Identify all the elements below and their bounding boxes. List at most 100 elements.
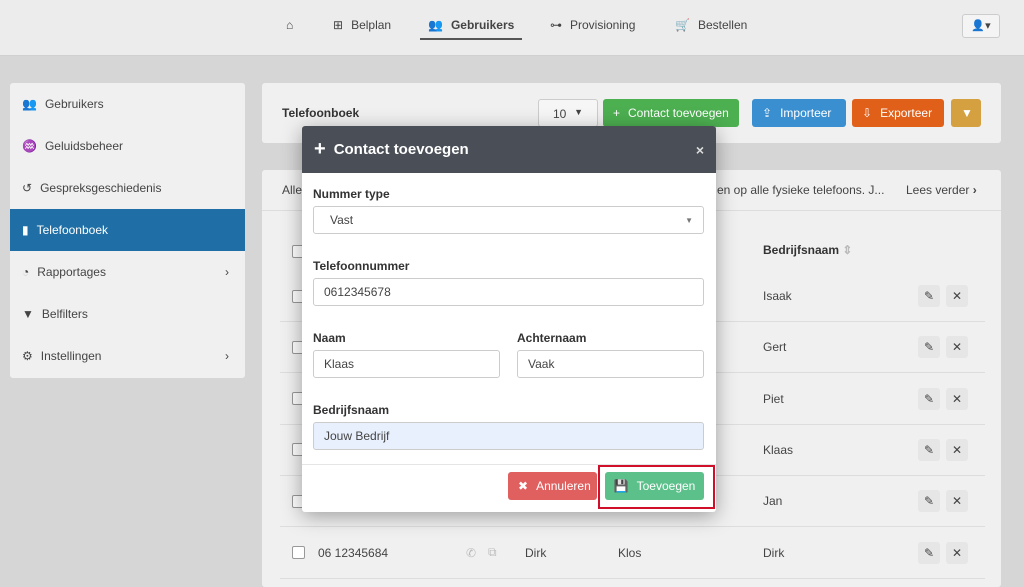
plus-icon: + — [613, 106, 621, 120]
caret-down-icon: ▼ — [574, 107, 583, 117]
download-icon: ⇩ — [862, 106, 873, 120]
company-value: Jouw Bedrijf — [324, 429, 390, 443]
edit-icon[interactable]: ✎ — [918, 336, 940, 359]
nav-provisioning[interactable]: ⊶ Provisioning — [550, 18, 635, 32]
edit-icon[interactable]: ✎ — [918, 387, 940, 410]
phone-icon: ✆ — [466, 545, 477, 560]
close-icon[interactable]: × — [696, 142, 704, 158]
filter-button[interactable]: ▼ — [951, 99, 981, 127]
link-label: Lees verder — [906, 183, 970, 197]
sidebar-label: Instellingen — [40, 349, 102, 363]
pie-chart-icon: ◔ — [22, 265, 30, 279]
sidebar-item-telefoonboek[interactable]: ▮ Telefoonboek — [10, 209, 245, 251]
waveform-icon: ♒ — [22, 139, 37, 153]
sidebar-label: Gespreksgeschiedenis — [40, 181, 162, 195]
row-checkbox[interactable] — [292, 546, 305, 559]
delete-icon[interactable]: ✕ — [946, 285, 968, 307]
cell-first-name: Dirk — [525, 545, 547, 560]
delete-icon[interactable]: ✕ — [946, 541, 968, 564]
company-label: Bedrijfsnaam — [313, 403, 390, 417]
sidebar: 👥 Gebruikers ♒ Geluidsbeheer ↺ Gespreksgesc… — [10, 83, 245, 378]
cell-company: Klaas — [763, 442, 794, 457]
read-more-link[interactable]: Lees verder › — [906, 183, 977, 197]
network-icon: ⊶ — [550, 18, 562, 32]
button-label: Contact toevoegen — [628, 106, 729, 120]
number-type-label: Nummer type — [313, 187, 390, 201]
button-label: Importeer — [780, 106, 832, 120]
sidebar-item-geluidsbeheer[interactable]: ♒ Geluidsbeheer — [10, 125, 245, 167]
history-icon: ↺ — [22, 181, 33, 195]
sidebar-item-belfilters[interactable]: ▼ Belfilters — [10, 293, 245, 335]
import-button[interactable]: ⇪ Importeer — [752, 99, 846, 127]
page-size-value: 10 — [553, 107, 567, 121]
number-type-value: Vast — [330, 213, 354, 227]
sidebar-item-gebruikers[interactable]: 👥 Gebruikers — [10, 83, 245, 125]
button-label: Toevoegen — [636, 479, 696, 493]
chevron-right-icon: › — [225, 265, 229, 279]
edit-icon[interactable]: ✎ — [918, 541, 940, 564]
sidebar-label: Geluidsbeheer — [44, 139, 124, 153]
add-contact-button[interactable]: + Contact toevoegen — [603, 99, 739, 127]
save-icon: 💾 — [613, 479, 629, 493]
nav-label: Belplan — [351, 18, 392, 32]
chevron-right-icon: › — [972, 183, 977, 197]
caret-icon: ▾ — [985, 20, 991, 32]
nav-gebruikers[interactable]: 👥 Gebruikers — [420, 18, 523, 40]
page-size-select[interactable]: 10 ▼ — [538, 99, 598, 127]
phone-input[interactable]: 0612345678 — [313, 278, 704, 306]
header-label: Bedrijfsnaam — [763, 243, 840, 257]
page-title: Telefoonboek — [282, 106, 360, 120]
cancel-button[interactable]: ✖ Annuleren — [508, 472, 597, 500]
delete-icon[interactable]: ✕ — [946, 387, 968, 410]
edit-icon[interactable]: ✎ — [918, 285, 940, 307]
home-icon: ⌂ — [286, 18, 294, 32]
nav-bestellen[interactable]: 🛒 Bestellen — [675, 18, 747, 32]
top-nav: ⌂ ⊞ Belplan 👥 Gebruikers ⊶ Provisioning 🛒 Be… — [0, 0, 1024, 56]
sort-icon: ⇕ — [842, 243, 853, 257]
nav-label: Provisioning — [570, 18, 636, 32]
surname-input[interactable]: Vaak — [517, 350, 704, 378]
sidebar-item-rapportages[interactable]: ◔ Rapportages › — [10, 251, 245, 293]
delete-icon[interactable]: ✕ — [946, 438, 968, 461]
copy-icon: ⧉ — [488, 545, 497, 559]
column-header-company[interactable]: Bedrijfsnaam ⇕ — [763, 243, 852, 257]
number-type-select[interactable]: Vast ▼ — [313, 206, 704, 234]
phone-label: Telefoonnummer — [313, 259, 410, 273]
caret-down-icon: ▼ — [685, 215, 693, 225]
upload-icon: ⇪ — [762, 106, 773, 120]
sitemap-icon: ⊞ — [333, 18, 344, 32]
button-label: Exporteer — [880, 106, 933, 120]
info-text-end: en op alle fysieke telefoons. J... — [717, 183, 885, 197]
nav-belplan[interactable]: ⊞ Belplan — [333, 18, 391, 32]
nav-home[interactable]: ⌂ — [286, 18, 293, 32]
cell-number: 06 12345684 — [318, 545, 389, 560]
users-icon: 👥 — [428, 18, 443, 32]
submit-button[interactable]: 💾 Toevoegen — [605, 472, 704, 500]
nav-label: Bestellen — [697, 18, 748, 32]
book-icon: ▮ — [22, 223, 29, 237]
sidebar-item-gespreksgeschiedenis[interactable]: ↺ Gespreksgeschiedenis — [10, 167, 245, 209]
name-input[interactable]: Klaas — [313, 350, 500, 378]
close-icon: ✖ — [518, 479, 529, 493]
cell-company: Piet — [763, 391, 784, 406]
add-contact-modal: + Contact toevoegen × Nummer type Vast ▼ Te… — [302, 126, 716, 512]
export-button[interactable]: ⇩ Exporteer — [852, 99, 944, 127]
delete-icon[interactable]: ✕ — [946, 490, 968, 513]
cell-company: Isaak — [763, 289, 792, 303]
gear-icon: ⚙ — [22, 349, 33, 363]
cart-icon: 🛒 — [675, 18, 690, 32]
user-menu-button[interactable]: 👤▾ — [962, 14, 1000, 38]
button-label: Annuleren — [536, 479, 591, 493]
edit-icon[interactable]: ✎ — [918, 438, 940, 461]
info-text-start: Alle — [282, 183, 303, 197]
company-input[interactable]: Jouw Bedrijf — [313, 422, 704, 450]
phone-value: 0612345678 — [324, 285, 391, 299]
sidebar-label: Rapportages — [37, 265, 106, 279]
name-label: Naam — [313, 331, 346, 345]
sidebar-item-instellingen[interactable]: ⚙ Instellingen › — [10, 335, 245, 377]
edit-icon[interactable]: ✎ — [918, 490, 940, 513]
cell-company: Jan — [763, 494, 783, 509]
delete-icon[interactable]: ✕ — [946, 336, 968, 359]
filter-icon: ▼ — [961, 106, 973, 120]
plus-icon: + — [314, 138, 326, 160]
